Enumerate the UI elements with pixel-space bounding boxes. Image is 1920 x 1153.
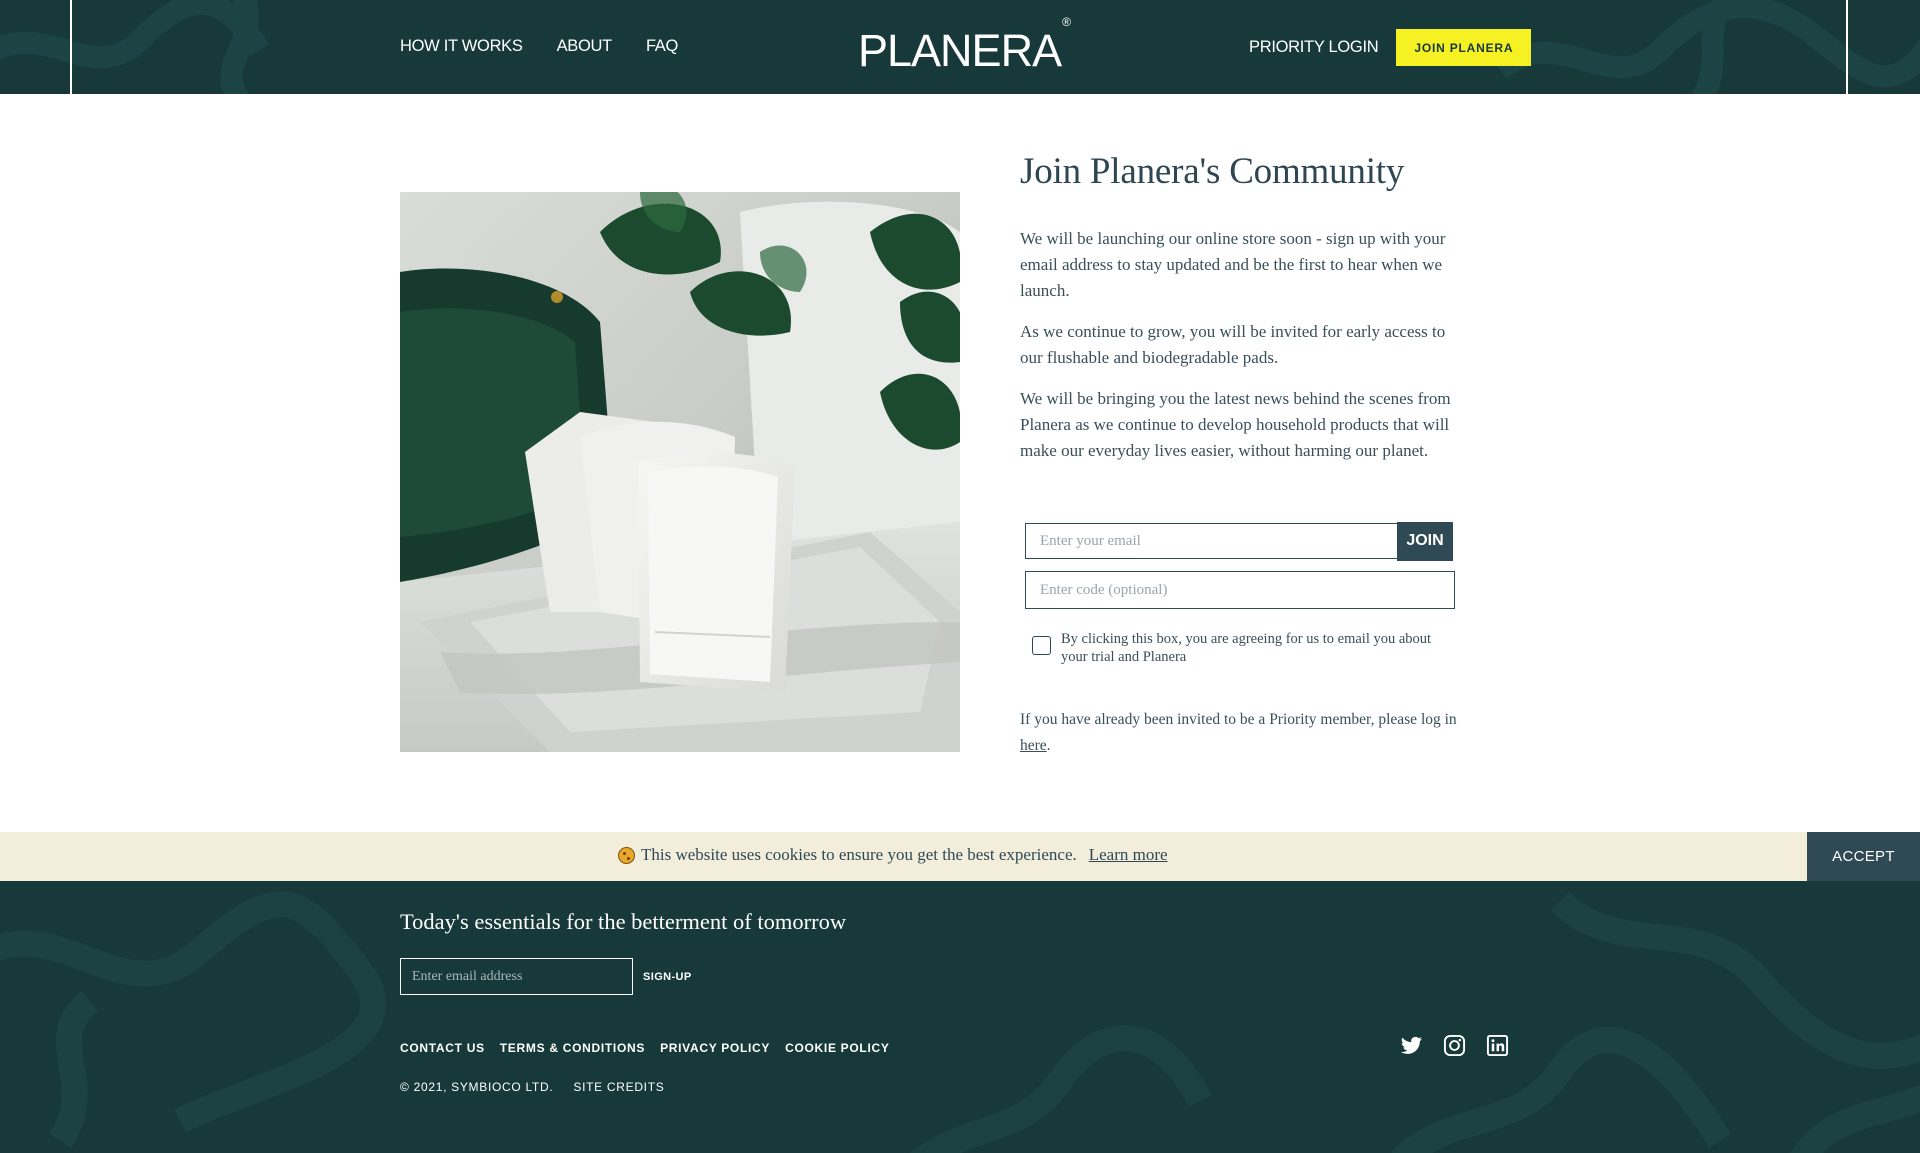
code-input[interactable] [1025, 571, 1455, 609]
priority-login-here-link[interactable]: here [1020, 737, 1047, 754]
twitter-icon[interactable] [1400, 1034, 1423, 1057]
priority-note-text: If you have already been invited to be a… [1020, 711, 1457, 728]
page-title: Join Planera's Community [1020, 151, 1405, 192]
footer-signup-form: SIGN-UP [400, 958, 702, 995]
priority-login-link[interactable]: PRIORITY LOGIN [1249, 38, 1379, 57]
footer-contact-link[interactable]: CONTACT US [400, 1041, 485, 1055]
intro-paragraph: We will be launching our online store so… [1020, 229, 1446, 300]
news-paragraph: We will be bringing you the latest news … [1020, 389, 1451, 460]
instagram-icon[interactable] [1443, 1034, 1466, 1057]
email-input[interactable] [1025, 523, 1398, 559]
footer-terms-link[interactable]: TERMS & CONDITIONS [500, 1041, 645, 1055]
cookie-learn-more-link[interactable]: Learn more [1089, 845, 1168, 865]
registered-mark: ® [1062, 15, 1071, 29]
site-header: HOW IT WORKS ABOUT FAQ PLANERA® PRIORITY… [0, 0, 1920, 94]
header-divider-right [1846, 0, 1848, 94]
footer-signup-button[interactable]: SIGN-UP [633, 958, 702, 995]
product-photo-art [400, 192, 960, 752]
copyright-text: © 2021, SYMBIOCO LTD. [400, 1080, 554, 1094]
cookie-message: This website uses cookies to ensure you … [618, 845, 1168, 865]
footer-tagline: Today's essentials for the betterment of… [400, 909, 847, 934]
footer-email-input[interactable] [400, 958, 633, 995]
social-links [1400, 1034, 1509, 1057]
cookie-accept-button[interactable]: ACCEPT [1807, 832, 1920, 881]
signup-content: Join Planera's Community We will be laun… [1020, 150, 1460, 479]
cookie-icon [618, 846, 635, 864]
linkedin-icon[interactable] [1486, 1034, 1509, 1057]
header-divider-left [70, 0, 72, 94]
cookie-text: This website uses cookies to ensure you … [641, 845, 1077, 864]
footer-cookie-policy-link[interactable]: COOKIE POLICY [785, 1041, 889, 1055]
logo-text: PLANERA [858, 25, 1062, 76]
cookie-banner: This website uses cookies to ensure you … [0, 832, 1920, 881]
consent-checkbox[interactable] [1032, 636, 1051, 655]
consent-row: By clicking this box, you are agreeing f… [1032, 630, 1452, 666]
footer-privacy-link[interactable]: PRIVACY POLICY [660, 1041, 770, 1055]
nav-how-it-works[interactable]: HOW IT WORKS [400, 37, 523, 56]
join-submit-button[interactable]: JOIN [1397, 521, 1453, 561]
site-credits-link[interactable]: SITE CREDITS [573, 1080, 664, 1094]
planera-logo[interactable]: PLANERA® [858, 15, 1071, 77]
site-footer: Today's essentials for the betterment of… [0, 881, 1920, 1153]
email-signup-form: JOIN [1025, 521, 1453, 561]
nav-faq[interactable]: FAQ [646, 37, 678, 56]
early-access-paragraph: As we continue to grow, you will be invi… [1020, 322, 1446, 367]
primary-nav: HOW IT WORKS ABOUT FAQ [400, 37, 678, 56]
footer-bottom-row: © 2021, SYMBIOCO LTD. SITE CREDITS [400, 1080, 664, 1094]
consent-label: By clicking this box, you are agreeing f… [1061, 631, 1432, 665]
nav-about[interactable]: ABOUT [557, 37, 613, 56]
header-actions: PRIORITY LOGIN JOIN PLANERA [1249, 29, 1532, 66]
product-photo [400, 192, 960, 752]
footer-nav: CONTACT US TERMS & CONDITIONS PRIVACY PO… [400, 1041, 890, 1055]
priority-note-end: . [1046, 737, 1051, 754]
priority-note: If you have already been invited to be a… [1020, 707, 1460, 759]
join-planera-button[interactable]: JOIN PLANERA [1396, 29, 1532, 66]
footer-pattern [0, 891, 1920, 1153]
